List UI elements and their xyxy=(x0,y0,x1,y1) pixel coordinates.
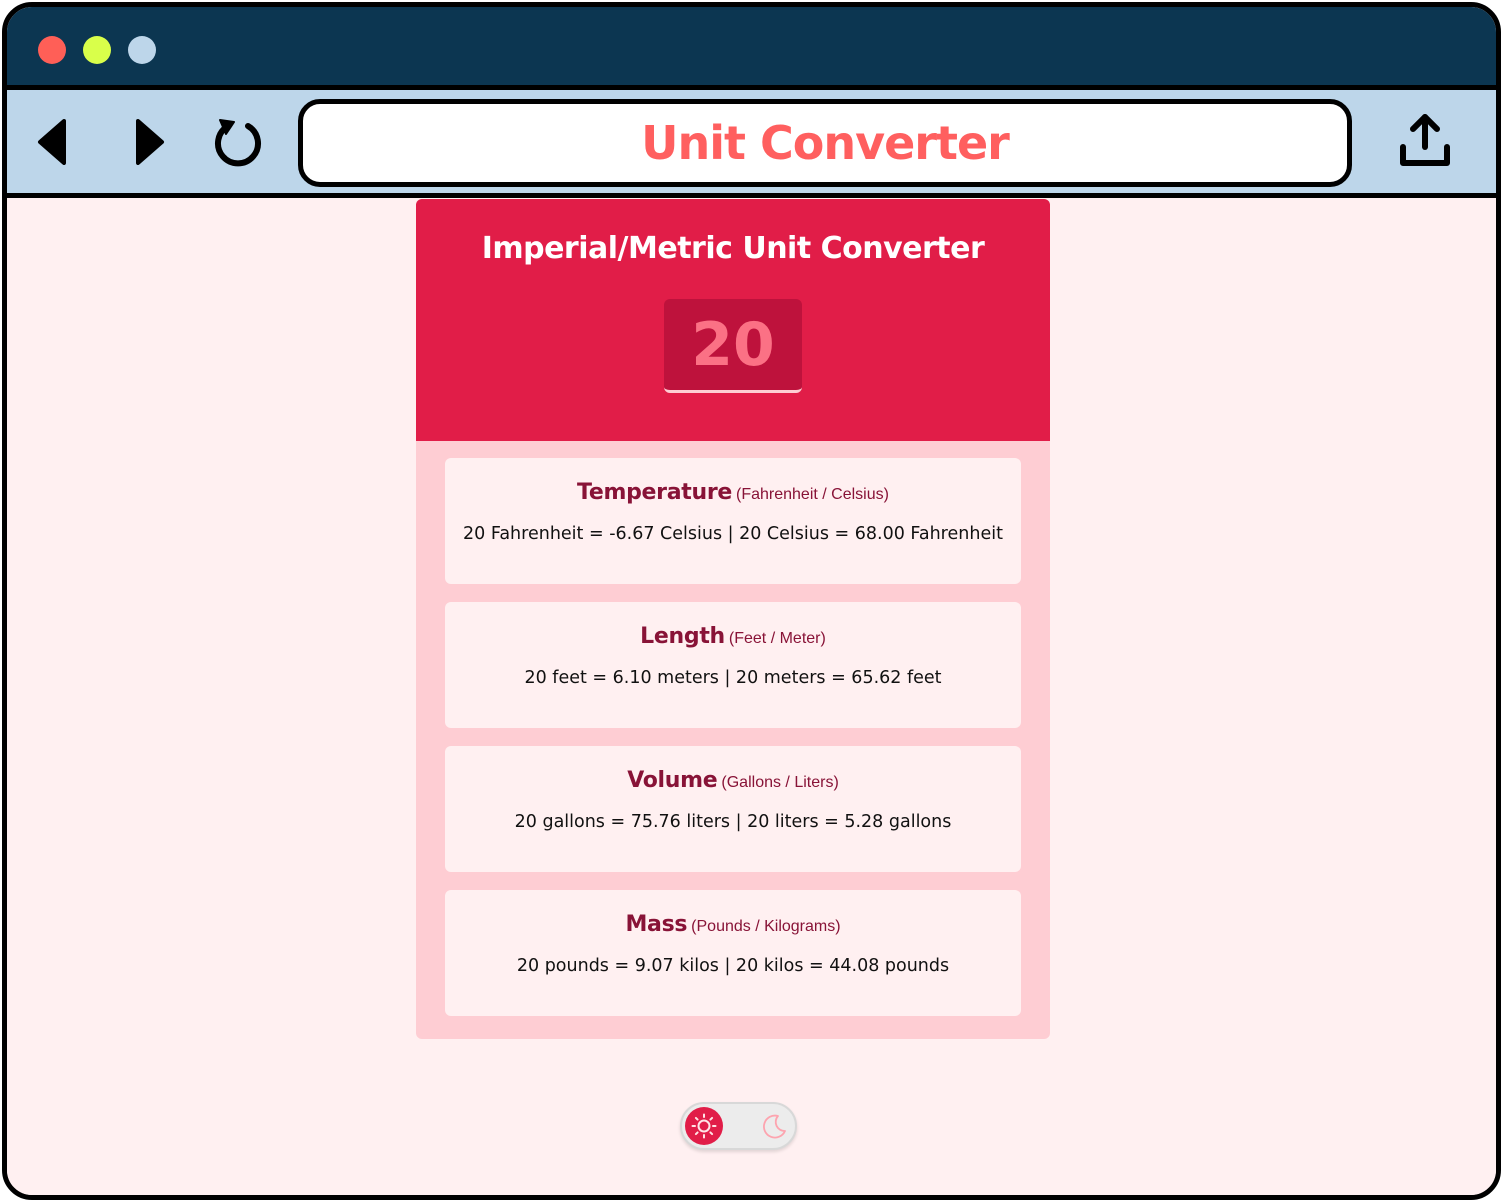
section-result: 20 feet = 6.10 meters | 20 meters = 65.6… xyxy=(524,668,942,688)
title-bar xyxy=(7,7,1496,90)
section-result: 20 pounds = 9.07 kilos | 20 kilos = 44.0… xyxy=(516,956,950,976)
reload-button[interactable] xyxy=(210,112,266,172)
converter-title: Imperial/Metric Unit Converter xyxy=(481,231,985,266)
forward-button[interactable] xyxy=(121,112,177,172)
section-units: (Pounds / Kilograms) xyxy=(691,918,841,935)
section-name: Mass xyxy=(625,912,688,937)
section-heading: Mass (Pounds / Kilograms) xyxy=(445,912,1021,937)
close-window-button[interactable] xyxy=(38,36,66,64)
section-units: (Gallons / Liters) xyxy=(721,774,839,791)
length-section: Length (Feet / Meter) 20 feet = 6.10 mete… xyxy=(445,602,1021,728)
section-heading: Length (Feet / Meter) xyxy=(445,624,1021,649)
back-arrow-icon xyxy=(38,119,66,165)
address-bar[interactable]: Unit Converter xyxy=(298,99,1352,187)
converter-header: Imperial/Metric Unit Converter 20 xyxy=(416,199,1050,441)
section-heading: Temperature (Fahrenheit / Celsius) xyxy=(445,480,1021,505)
converter-card: Imperial/Metric Unit Converter 20 Temper… xyxy=(416,199,1050,1039)
theme-toggle[interactable] xyxy=(680,1102,797,1150)
reload-icon xyxy=(215,119,261,167)
section-heading: Volume (Gallons / Liters) xyxy=(445,768,1021,793)
page-content: Imperial/Metric Unit Converter 20 Temper… xyxy=(7,198,1496,1195)
browser-toolbar: Unit Converter xyxy=(7,90,1496,198)
section-result: 20 Fahrenheit = -6.67 Celsius | 20 Celsi… xyxy=(463,524,1003,544)
temperature-section: Temperature (Fahrenheit / Celsius) 20 Fah… xyxy=(445,458,1021,584)
moon-icon xyxy=(763,1114,786,1139)
address-text: Unit Converter xyxy=(641,116,1010,170)
share-button[interactable] xyxy=(1397,112,1453,172)
section-units: (Fahrenheit / Celsius) xyxy=(736,486,889,503)
section-name: Length xyxy=(640,624,725,649)
mass-section: Mass (Pounds / Kilograms) 20 pounds = 9.0… xyxy=(445,890,1021,1016)
zoom-window-button[interactable] xyxy=(128,36,156,64)
value-input[interactable]: 20 xyxy=(664,299,802,393)
section-result: 20 gallons = 75.76 liters | 20 liters = … xyxy=(514,812,952,832)
toggle-knob xyxy=(685,1107,723,1145)
browser-window: Unit Converter Imperial/Metric Unit Conv… xyxy=(2,2,1501,1200)
sun-icon xyxy=(691,1113,717,1139)
share-upload-icon xyxy=(1400,114,1450,166)
forward-arrow-icon xyxy=(136,119,164,165)
volume-section: Volume (Gallons / Liters) 20 gallons = 75… xyxy=(445,746,1021,872)
section-name: Volume xyxy=(627,768,718,793)
section-name: Temperature xyxy=(577,480,732,505)
back-button[interactable] xyxy=(25,112,81,172)
minimize-window-button[interactable] xyxy=(83,36,111,64)
section-units: (Feet / Meter) xyxy=(728,630,826,647)
